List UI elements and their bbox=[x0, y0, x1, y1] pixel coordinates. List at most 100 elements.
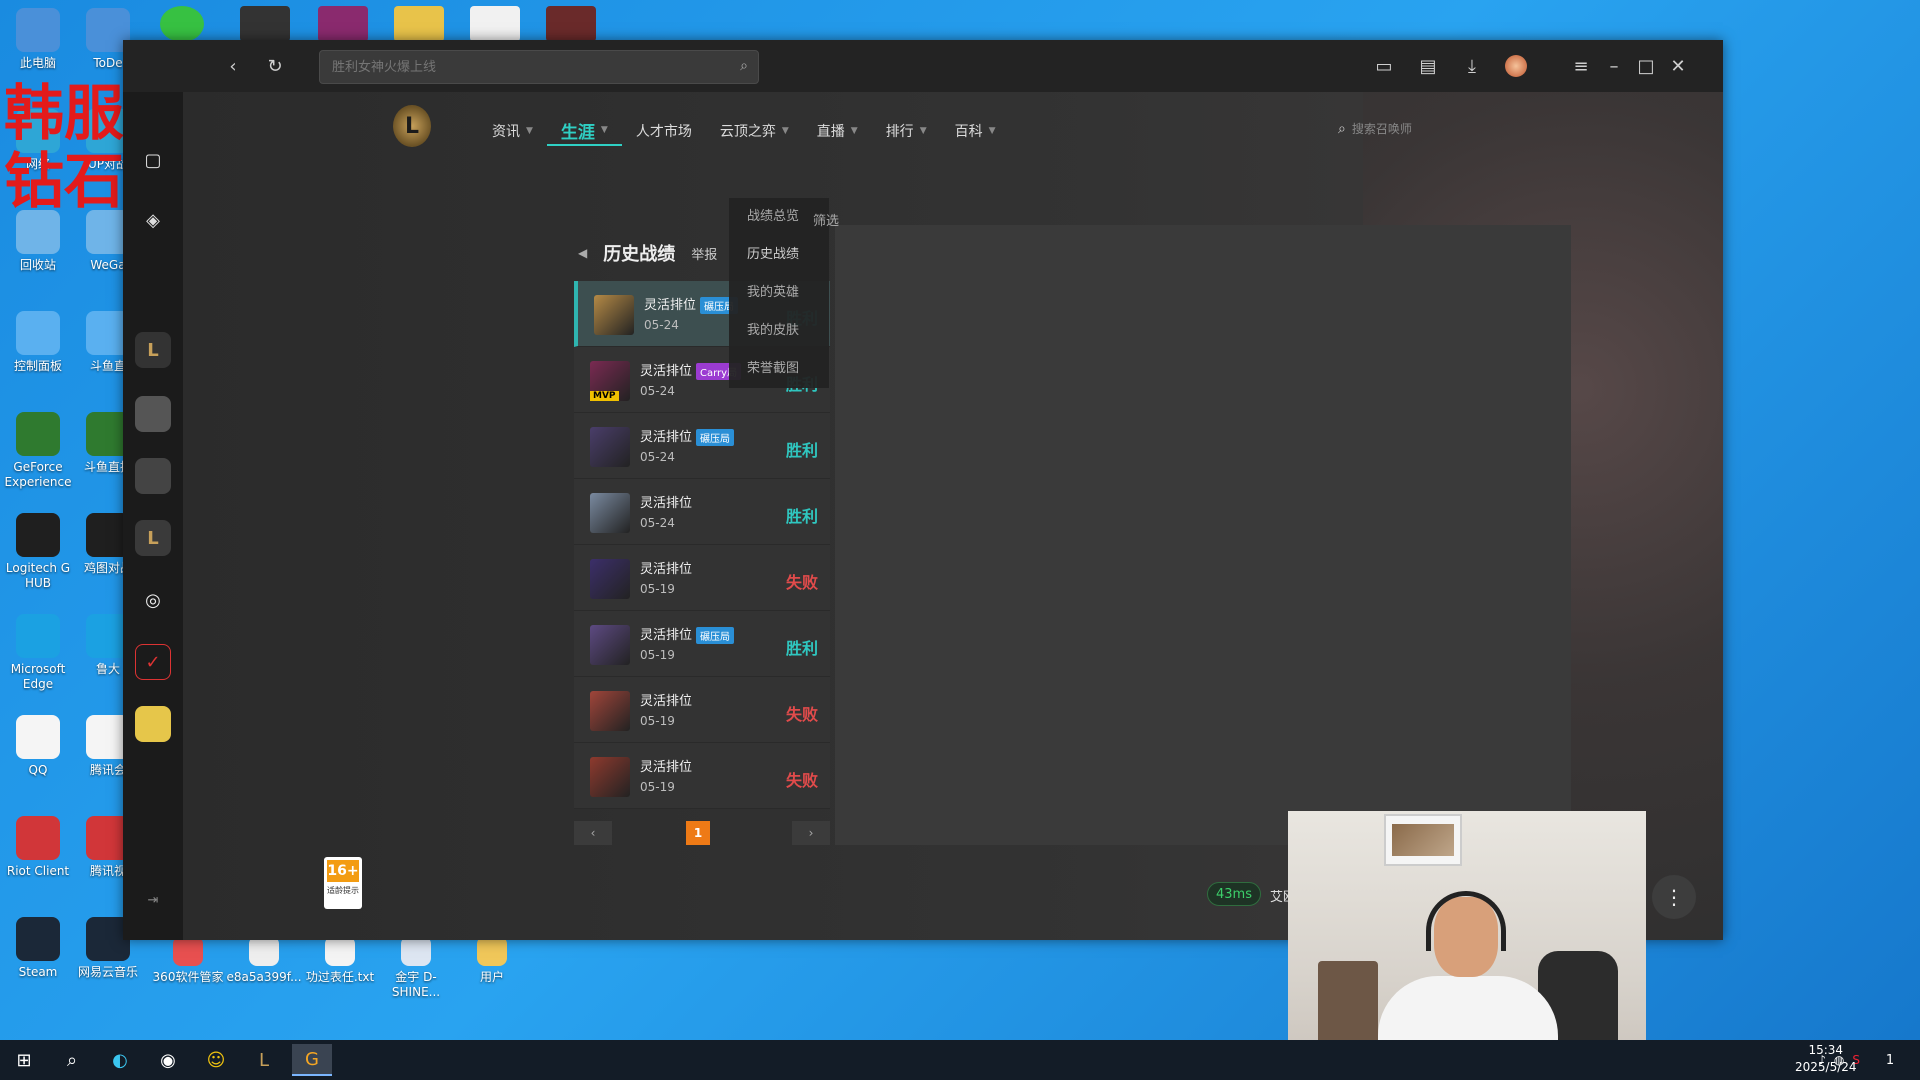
lol-taskbar-icon[interactable]: L bbox=[244, 1044, 284, 1076]
close-icon[interactable]: ✕ bbox=[1664, 52, 1692, 80]
match-tag-badge: 碾压局 bbox=[696, 429, 735, 446]
desktop-icon[interactable]: 回收站 bbox=[0, 210, 76, 273]
nav-tab-label: 资讯 bbox=[492, 124, 520, 140]
champion-portrait bbox=[590, 427, 630, 467]
search-box[interactable]: ⌕ bbox=[319, 50, 759, 84]
dropdown-item[interactable]: 我的英雄 bbox=[729, 274, 829, 312]
desktop-icon[interactable]: 功过表任.txt bbox=[302, 936, 378, 985]
match-mode-label: 灵活排位 bbox=[640, 694, 693, 709]
message-icon[interactable]: ▤ bbox=[1414, 52, 1442, 80]
screen-icon[interactable]: ▭ bbox=[1370, 52, 1398, 80]
game-icon-3[interactable] bbox=[135, 458, 171, 494]
report-link[interactable]: 举报 bbox=[691, 244, 717, 263]
obs-taskbar-icon[interactable]: ◉ bbox=[148, 1044, 188, 1076]
next-page-button[interactable]: › bbox=[792, 821, 830, 845]
game-icon-2[interactable] bbox=[135, 396, 171, 432]
collapse-arrow-icon[interactable]: ◀ bbox=[578, 246, 587, 260]
nav-tab[interactable]: 排行 ▼ bbox=[872, 116, 941, 146]
nav-tab-label: 生涯 bbox=[560, 122, 595, 143]
age-note: 适龄提示 bbox=[327, 886, 359, 895]
desktop-icon-label: 金宇 D-SHINE... bbox=[391, 970, 441, 999]
shop-icon[interactable]: ▢ bbox=[135, 142, 171, 178]
desktop-icon[interactable]: 用户 bbox=[454, 936, 530, 985]
nav-tab[interactable]: 直播 ▼ bbox=[803, 116, 872, 146]
game-pad-icon[interactable]: ◈ bbox=[135, 202, 171, 238]
nav-tab[interactable]: 生涯 ▼ bbox=[546, 116, 622, 146]
search-icon-2: ⌕ bbox=[1338, 120, 1346, 137]
match-date: 05-19 bbox=[640, 582, 675, 596]
match-row[interactable]: 灵活排位碾压局 05-24 胜利 bbox=[574, 413, 830, 479]
minimize-icon[interactable]: – bbox=[1600, 52, 1628, 80]
match-date: 05-19 bbox=[640, 780, 675, 794]
game-icon-5[interactable]: ◎ bbox=[135, 582, 171, 618]
notification-icon[interactable]: 1 bbox=[1870, 1044, 1910, 1076]
more-options-icon[interactable]: ⋮ bbox=[1652, 875, 1696, 919]
search-icon[interactable]: ⌕ bbox=[740, 58, 748, 74]
game-thumbnail-icon[interactable] bbox=[318, 6, 368, 42]
prev-page-button[interactable]: ‹ bbox=[574, 821, 612, 845]
chevron-down-icon: ▼ bbox=[988, 126, 996, 136]
control-panel-icon bbox=[16, 311, 60, 355]
match-row[interactable]: 灵活排位 05-19 失败 bbox=[574, 545, 830, 611]
video-file-icon[interactable] bbox=[240, 6, 290, 42]
desktop-icon[interactable]: QQ bbox=[0, 715, 76, 778]
summoner-search[interactable]: ⌕ 搜索召唤师 bbox=[1338, 120, 1412, 137]
match-result: 胜利 bbox=[785, 639, 818, 658]
match-row[interactable]: 灵活排位 05-19 失败 bbox=[574, 677, 830, 743]
game-icon-6[interactable]: ✓ bbox=[135, 644, 171, 680]
match-result: 失败 bbox=[785, 573, 818, 592]
avatar[interactable] bbox=[1502, 52, 1530, 80]
search-icon-taskbar[interactable]: ⌕ bbox=[52, 1044, 92, 1076]
app-taskbar-icon[interactable]: ☺ bbox=[196, 1044, 236, 1076]
dropdown-item[interactable]: 我的皮肤 bbox=[729, 312, 829, 350]
nav-tab[interactable]: 资讯 ▼ bbox=[478, 116, 547, 146]
clock[interactable]: 15:34 2025/5/24 bbox=[1795, 1042, 1857, 1076]
game-thumbnail-icon-2[interactable] bbox=[394, 6, 444, 42]
chevron-down-icon: ▼ bbox=[600, 125, 608, 135]
game-icon-4[interactable]: L bbox=[135, 520, 171, 556]
lol-logo-icon[interactable]: L bbox=[393, 105, 431, 147]
match-row[interactable]: 灵活排位 05-24 胜利 bbox=[574, 479, 830, 545]
start-icon[interactable]: ⊞ bbox=[4, 1044, 44, 1076]
desktop-icon-label: Microsoft Edge bbox=[10, 662, 66, 691]
desktop-icon[interactable]: 此电脑 bbox=[0, 8, 76, 71]
download-icon[interactable]: ⤓ bbox=[1458, 52, 1486, 80]
wechat-icon[interactable] bbox=[160, 6, 204, 42]
nav-tab[interactable]: 百科 ▼ bbox=[941, 116, 1010, 146]
champion-portrait bbox=[590, 691, 630, 731]
desktop-icon[interactable]: Riot Client bbox=[0, 816, 76, 879]
match-row[interactable]: 灵活排位 碾压局 05-19 胜利 bbox=[574, 611, 830, 677]
desktop-icon[interactable]: Steam bbox=[0, 917, 76, 980]
wegame-taskbar-icon[interactable]: G bbox=[292, 1044, 332, 1076]
kgm-file-icon[interactable] bbox=[470, 6, 520, 42]
menu-icon[interactable]: ≡ bbox=[1567, 52, 1595, 80]
dropdown-item[interactable]: 荣誉截图 bbox=[729, 350, 829, 388]
match-row[interactable]: 灵活排位 05-19 失败 bbox=[574, 743, 830, 809]
desktop-icon[interactable]: GeForce Experience bbox=[0, 412, 76, 490]
filter-label[interactable]: 筛选 bbox=[813, 210, 839, 229]
refresh-icon[interactable]: ↻ bbox=[261, 52, 289, 80]
desktop-icon[interactable]: e8a5a399f... bbox=[226, 936, 302, 985]
desktop-icon[interactable]: Logitech G HUB bbox=[0, 513, 76, 591]
nav-tab-label: 百科 bbox=[954, 124, 983, 140]
game-icon-7[interactable] bbox=[135, 706, 171, 742]
back-icon[interactable]: ‹ bbox=[219, 52, 247, 80]
edge-taskbar-icon[interactable]: ◐ bbox=[100, 1044, 140, 1076]
lol-game-icon[interactable]: L bbox=[135, 332, 171, 368]
page-number[interactable]: 1 bbox=[686, 821, 710, 845]
match-result: 失败 bbox=[785, 771, 818, 790]
nav-tab[interactable]: 人才市场 bbox=[622, 116, 706, 146]
desktop-icon[interactable]: 金宇 D-SHINE... bbox=[378, 936, 454, 1000]
search-input[interactable] bbox=[320, 51, 720, 83]
maximize-icon[interactable]: □ bbox=[1632, 52, 1660, 80]
match-date: 05-24 bbox=[644, 318, 679, 332]
chevron-down-icon: ▼ bbox=[919, 126, 927, 136]
game-thumbnail-icon-3[interactable] bbox=[546, 6, 596, 42]
desktop-icon[interactable]: 360软件管家 bbox=[150, 936, 226, 985]
dropdown-item[interactable]: 历史战绩 bbox=[729, 236, 829, 274]
nav-tab[interactable]: 云顶之弈 ▼ bbox=[706, 116, 803, 146]
collapse-icon[interactable]: ⇥ bbox=[135, 882, 171, 918]
desktop-icon[interactable]: 控制面板 bbox=[0, 311, 76, 374]
desktop-icon-label: 用户 bbox=[479, 970, 504, 984]
desktop-icon[interactable]: Microsoft Edge bbox=[0, 614, 76, 692]
